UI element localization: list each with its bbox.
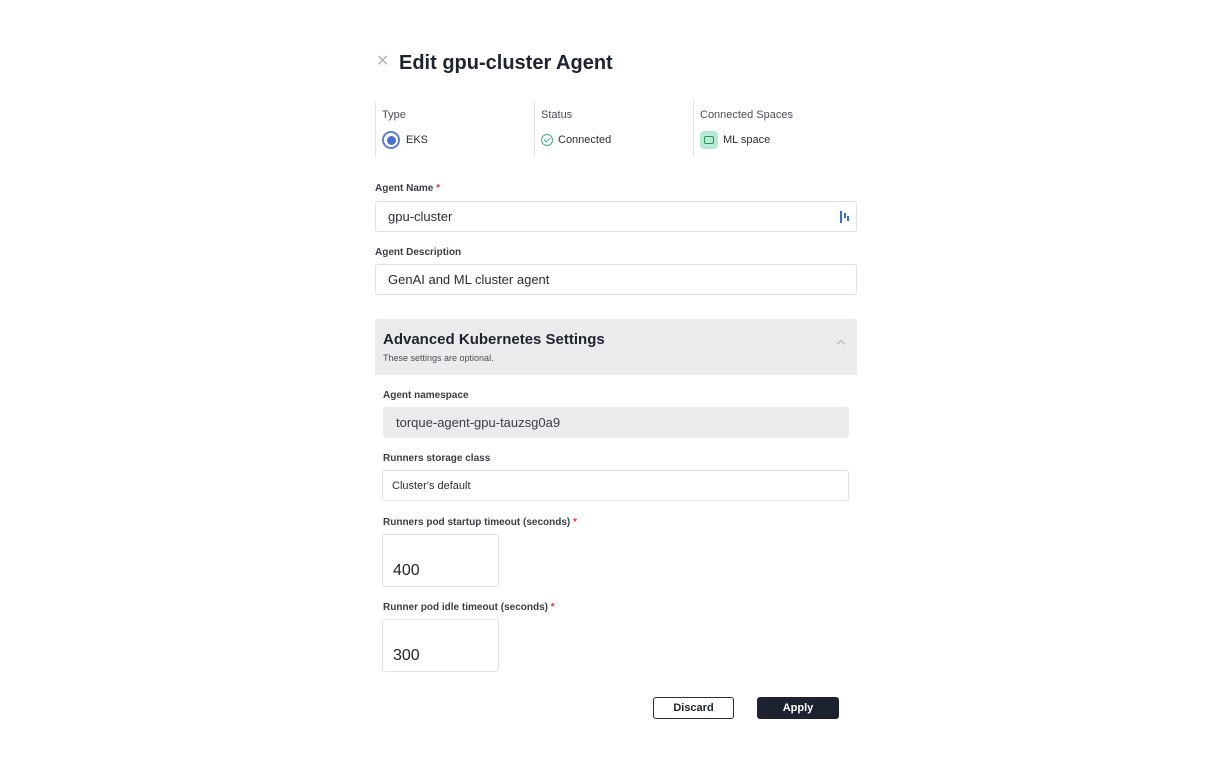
discard-button[interactable]: Discard: [653, 697, 734, 719]
chevron-up-icon[interactable]: [836, 339, 846, 349]
status-value: Connected: [541, 134, 691, 146]
agent-name-label-text: Agent Name: [375, 183, 434, 194]
type-value-text: EKS: [406, 134, 429, 146]
type-value: EKS: [382, 131, 532, 149]
required-marker: *: [573, 517, 577, 528]
startup-timeout-label-text: Runners pod startup timeout (seconds): [383, 517, 571, 528]
status-value-text: Connected: [558, 134, 612, 146]
spaces-label: Connected Spaces: [700, 109, 793, 121]
namespace-label: Agent namespace: [383, 390, 469, 401]
monitor-icon: [700, 131, 718, 149]
agent-name-value: gpu-cluster: [388, 209, 453, 224]
agent-name-label: Agent Name *: [375, 183, 440, 194]
idle-timeout-input[interactable]: 300: [382, 619, 499, 672]
idle-timeout-label-text: Runner pod idle timeout (seconds): [383, 602, 549, 613]
check-circle-icon: [541, 134, 553, 146]
type-label: Type: [382, 109, 406, 121]
kubernetes-icon: [382, 131, 400, 149]
status-label: Status: [541, 109, 573, 121]
advanced-settings-title: Advanced Kubernetes Settings: [383, 331, 605, 348]
namespace-value: torque-agent-gpu-tauzsg0a9: [396, 415, 561, 430]
agent-name-input[interactable]: gpu-cluster: [375, 201, 857, 232]
idle-timeout-label: Runner pod idle timeout (seconds) *: [383, 602, 555, 613]
startup-timeout-label: Runners pod startup timeout (seconds) *: [383, 517, 577, 528]
spaces-value: ML space: [700, 131, 860, 149]
required-marker: *: [436, 183, 441, 194]
storage-class-input[interactable]: Cluster's default: [382, 470, 849, 501]
password-manager-icon[interactable]: [840, 210, 850, 224]
advanced-settings-subtitle: These settings are optional.: [383, 353, 494, 363]
info-spaces: Connected Spaces ML space: [693, 101, 860, 157]
info-status: Status Connected: [534, 101, 691, 157]
idle-timeout-value: 300: [393, 647, 420, 664]
info-type: Type EKS: [375, 101, 532, 157]
apply-button[interactable]: Apply: [757, 697, 839, 719]
namespace-input[interactable]: torque-agent-gpu-tauzsg0a9: [383, 407, 849, 438]
advanced-settings-header[interactable]: Advanced Kubernetes Settings These setti…: [375, 319, 857, 375]
startup-timeout-input[interactable]: 400: [382, 534, 499, 587]
agent-description-label: Agent Description: [375, 247, 462, 258]
spaces-value-text: ML space: [723, 134, 771, 146]
storage-class-value: Cluster's default: [392, 479, 471, 492]
agent-description-value: GenAI and ML cluster agent: [388, 272, 550, 287]
agent-description-input[interactable]: GenAI and ML cluster agent: [375, 264, 857, 295]
dialog-title: Edit gpu-cluster Agent: [399, 52, 613, 74]
required-marker: *: [550, 602, 555, 613]
storage-class-label: Runners storage class: [383, 453, 491, 464]
startup-timeout-value: 400: [393, 562, 420, 579]
close-icon[interactable]: ✕: [376, 54, 390, 70]
